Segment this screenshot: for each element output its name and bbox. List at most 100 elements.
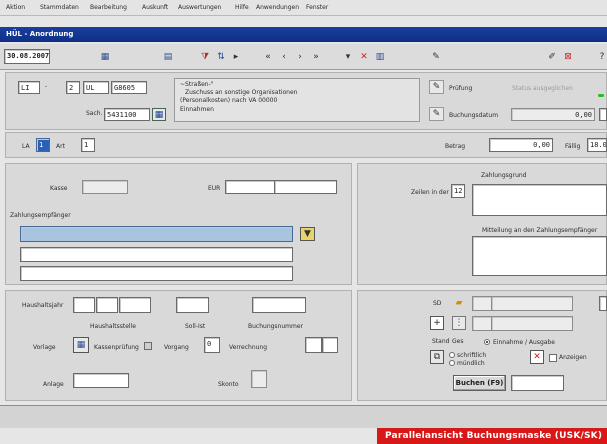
filter-icon[interactable]: ⧩ xyxy=(197,49,213,65)
add-icon[interactable]: + xyxy=(430,316,444,330)
folder-icon[interactable]: ▰ xyxy=(452,296,466,310)
sd-field-2[interactable] xyxy=(491,296,573,311)
window-title: HÜL - Anordnung xyxy=(6,30,74,38)
stand-label: Stand xyxy=(432,338,450,345)
booking-icon[interactable]: ✎ xyxy=(429,107,444,121)
recipient-name-field[interactable] xyxy=(20,226,293,242)
first-record-icon[interactable]: « xyxy=(260,49,276,65)
copy-icon[interactable]: ⧉ xyxy=(430,350,444,364)
close-record-icon[interactable]: ⊠ xyxy=(560,49,576,65)
soll-ist-field[interactable] xyxy=(176,297,209,313)
edit-icon[interactable]: ✐ xyxy=(544,49,560,65)
lines-label: Zeilen in der xyxy=(411,189,449,196)
verrechnung-field-2[interactable] xyxy=(322,337,338,353)
betrag-field[interactable]: 0,00 xyxy=(489,138,553,152)
previous-record-icon[interactable]: ‹ xyxy=(276,49,292,65)
muendlich-radio[interactable] xyxy=(449,360,455,366)
help-icon[interactable]: ? xyxy=(594,49,607,65)
lookup-icon[interactable]: ▦ xyxy=(152,108,166,121)
stand-field-1[interactable] xyxy=(472,316,492,331)
anlage-field[interactable] xyxy=(73,373,129,388)
kasse-label: Kasse xyxy=(50,185,68,192)
faellig-field[interactable]: 18.0 xyxy=(587,138,607,152)
field-d[interactable]: G8605 xyxy=(111,81,147,94)
recipient-street-field[interactable] xyxy=(20,247,293,262)
verrechnung-field-1[interactable] xyxy=(305,337,322,353)
anlage-label: Anlage xyxy=(43,381,64,388)
field-c[interactable]: UL xyxy=(83,81,109,94)
kasse-field[interactable] xyxy=(82,180,128,194)
schriftlich-radio[interactable] xyxy=(449,352,455,358)
recipient-city-field[interactable] xyxy=(20,266,293,281)
lines-counter-field[interactable]: 12 xyxy=(451,184,465,198)
field-a[interactable]: LI xyxy=(18,81,40,94)
accounting-extra-field[interactable] xyxy=(599,108,607,121)
step-end-icon[interactable]: ▸ xyxy=(228,49,244,65)
la-field[interactable]: 1 xyxy=(36,138,50,152)
muendlich-label: mündlich xyxy=(457,360,485,367)
last-record-icon[interactable]: » xyxy=(308,49,324,65)
menu-auswertungen[interactable]: Auswertungen xyxy=(178,4,221,11)
verrechnung-label: Verrechnung xyxy=(229,344,268,351)
pen-icon[interactable]: ✎ xyxy=(428,49,444,65)
betrag-label: Betrag xyxy=(445,143,466,150)
next-record-icon[interactable]: › xyxy=(292,49,308,65)
eur-field-2[interactable] xyxy=(274,180,337,194)
sach-label: Sach. xyxy=(86,110,103,117)
buchen-button[interactable]: Buchen (F9) xyxy=(453,375,506,391)
skonto-field[interactable] xyxy=(251,370,267,388)
print-icon[interactable]: ▥ xyxy=(372,49,388,65)
menu-aktion[interactable]: Aktion xyxy=(6,4,25,11)
description-line-3: (Personalkosten) nach VA 00000 xyxy=(180,97,278,104)
haushaltsstelle-label: Haushaltsstelle xyxy=(90,323,136,330)
menu-bearbeitung[interactable]: Bearbeitung xyxy=(90,4,127,11)
sort-icon[interactable]: ⇅ xyxy=(213,49,229,65)
status-text: Status ausgeglichen xyxy=(512,85,573,92)
notes-label: Mitteilung an den Zahlungsempfänger xyxy=(482,227,598,234)
verification-label: Prüfung xyxy=(449,85,473,92)
document-icon[interactable]: ▤ xyxy=(160,49,176,65)
menu-auskunft[interactable]: Auskunft xyxy=(142,4,168,11)
ges-label: Ges xyxy=(452,338,464,345)
notes-text-field[interactable] xyxy=(472,236,607,276)
type-radio[interactable] xyxy=(484,339,490,345)
haushaltsjahr-label: Haushaltsjahr xyxy=(22,302,64,309)
recipient-lookup-icon[interactable]: ▼ xyxy=(300,227,315,241)
calculator-icon[interactable]: ▦ xyxy=(97,49,113,65)
menu-anwendungen[interactable]: Anwendungen xyxy=(256,4,299,11)
sd-field-3[interactable] xyxy=(599,296,607,311)
kapitel-field-1[interactable] xyxy=(73,297,95,313)
field-b[interactable]: 2 xyxy=(66,81,80,94)
eur-field-1[interactable] xyxy=(225,180,275,194)
field-e[interactable]: 5431100 xyxy=(104,108,150,121)
kapitel-field-2[interactable] xyxy=(96,297,118,313)
vorlage-icon[interactable]: ▦ xyxy=(73,337,89,353)
kassenpruefung-checkbox[interactable] xyxy=(144,342,152,350)
sd-field-1[interactable] xyxy=(472,296,492,311)
reason-section-label: Zahlungsgrund xyxy=(481,172,527,179)
verify-icon[interactable]: ✎ xyxy=(429,80,444,94)
delete-icon[interactable]: ✕ xyxy=(356,49,372,65)
buchungsnummer-field[interactable] xyxy=(252,297,306,313)
sd-label: SD xyxy=(433,300,442,307)
description-line-4: Einnahmen xyxy=(180,106,214,113)
menu-hilfe[interactable]: Hilfe xyxy=(235,4,249,11)
cancel-icon[interactable]: ✕ xyxy=(530,350,544,364)
reason-text-field[interactable] xyxy=(472,184,607,216)
accounting-field[interactable]: 0,00 xyxy=(511,108,595,121)
grid-icon[interactable]: ⋮ xyxy=(452,316,466,330)
status-light-icon xyxy=(598,94,604,97)
skonto-label: Skonto xyxy=(218,381,239,388)
save-icon[interactable]: ▾ xyxy=(340,49,356,65)
menu-fenster[interactable]: Fenster xyxy=(306,4,328,11)
art-field[interactable]: 1 xyxy=(81,138,95,152)
vorgang-label: Vorgang xyxy=(164,344,189,351)
anzeigen-checkbox[interactable] xyxy=(549,354,557,362)
buchen-result-field[interactable] xyxy=(511,375,564,391)
stand-field-2[interactable] xyxy=(491,316,573,331)
date-field[interactable]: 30.08.2007 xyxy=(4,49,50,64)
eur-label: EUR xyxy=(208,185,221,192)
vorgang-field[interactable]: 0 xyxy=(204,337,220,353)
menu-stammdaten[interactable]: Stammdaten xyxy=(40,4,79,11)
kapitel-field-3[interactable] xyxy=(119,297,151,313)
